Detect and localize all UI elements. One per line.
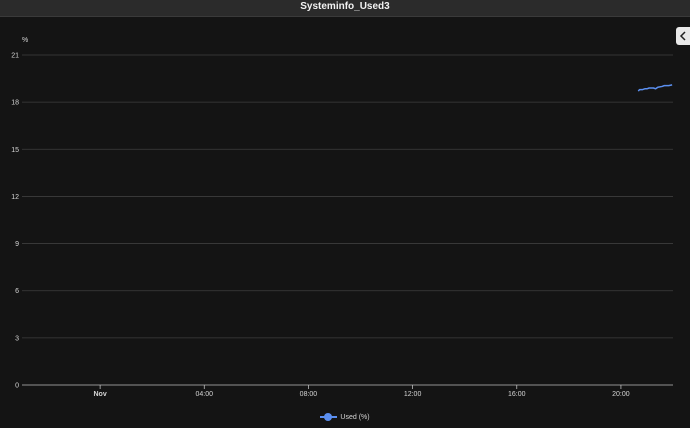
y-tick-label: 18 bbox=[11, 100, 19, 107]
series-lines bbox=[637, 84, 673, 92]
y-axis-label: % bbox=[22, 37, 28, 44]
collapse-panel-button[interactable] bbox=[676, 27, 690, 45]
chevron-left-icon bbox=[679, 31, 686, 41]
x-tick-label: 20:00 bbox=[612, 391, 630, 398]
y-tick-label: 15 bbox=[11, 147, 19, 154]
x-tick-label: 16:00 bbox=[508, 391, 526, 398]
x-tick-label: 04:00 bbox=[196, 391, 214, 398]
x-tick-label: 08:00 bbox=[300, 391, 318, 398]
series-line-used[interactable] bbox=[637, 84, 673, 92]
x-tick-label: Nov bbox=[94, 391, 107, 398]
y-tick-label: 3 bbox=[15, 335, 19, 342]
y-axis-ticks: 0 3 6 9 12 15 18 21 bbox=[11, 53, 19, 390]
legend-item-used[interactable]: Used (%) bbox=[320, 413, 370, 421]
y-tick-label: 12 bbox=[11, 194, 19, 201]
y-tick-label: 6 bbox=[15, 288, 19, 295]
legend-label: Used (%) bbox=[340, 413, 370, 421]
chart-window: Systeminfo_Used3 0 3 6 9 12 15 18 21 Nov 04:00 08… bbox=[0, 0, 690, 428]
line-chart: 0 3 6 9 12 15 18 21 Nov 04:00 08:00 12:00 16:00 20:0… bbox=[11, 37, 673, 398]
x-tick-label: 12:00 bbox=[404, 391, 422, 398]
y-tick-label: 0 bbox=[15, 383, 19, 390]
x-axis-ticks: Nov 04:00 08:00 12:00 16:00 20:00 bbox=[94, 385, 630, 398]
y-tick-label: 21 bbox=[11, 53, 19, 60]
grid-lines bbox=[22, 54, 673, 386]
legend: Used (%) bbox=[0, 413, 690, 423]
legend-marker bbox=[320, 413, 338, 421]
y-tick-label: 9 bbox=[15, 241, 19, 248]
